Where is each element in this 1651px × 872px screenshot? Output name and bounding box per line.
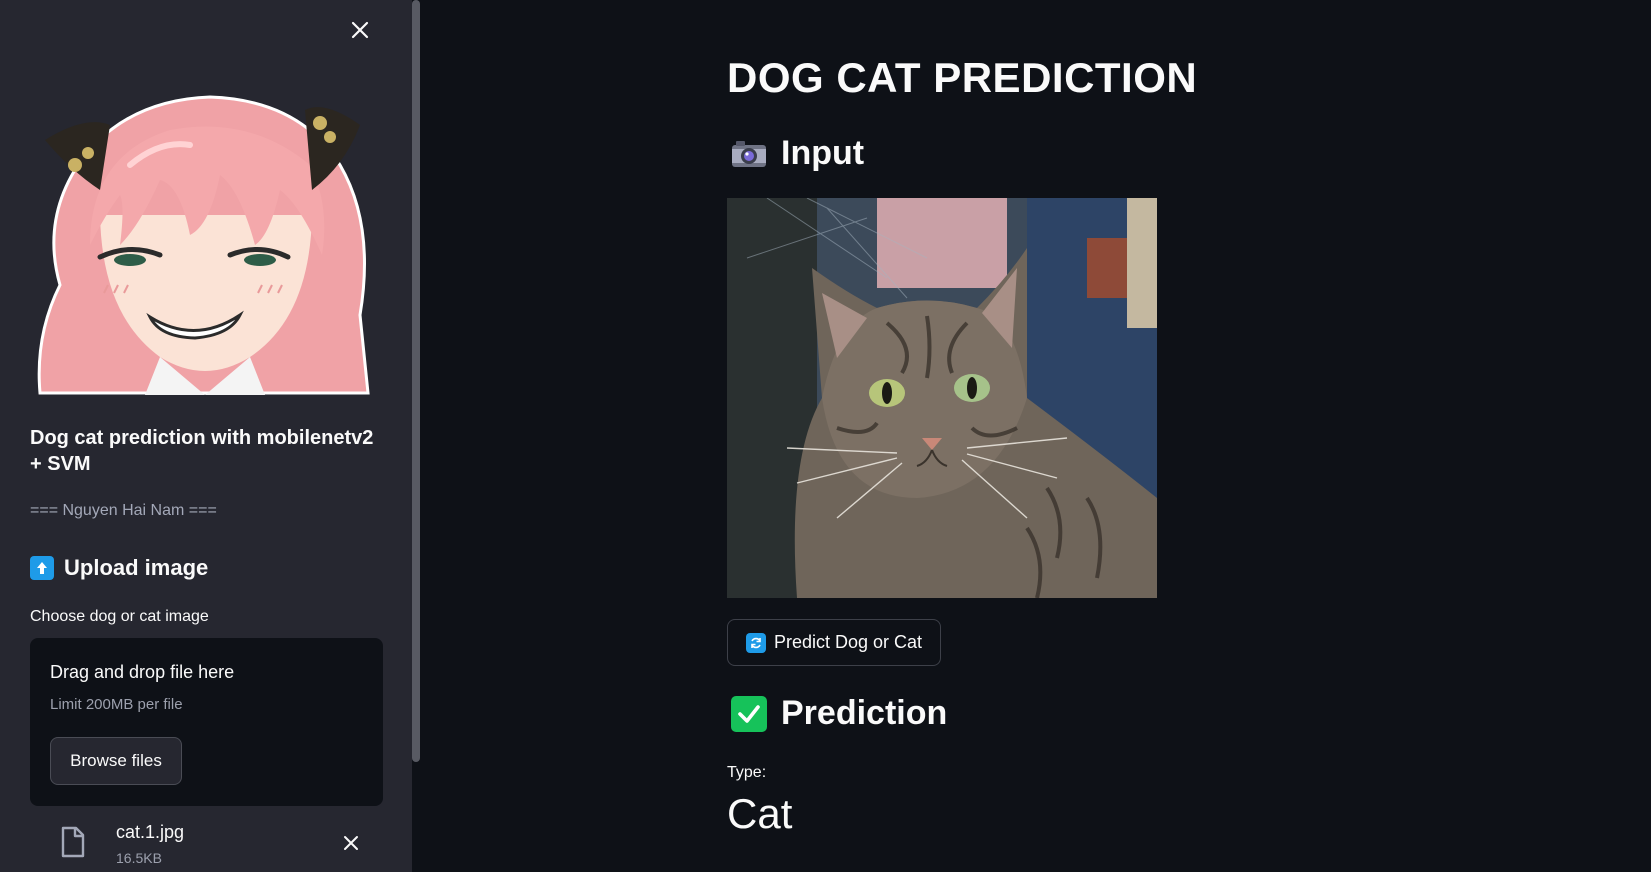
file-name: cat.1.jpg [116,822,185,842]
close-icon [351,21,369,39]
dropzone-limit: Limit 200MB per file [50,696,183,713]
file-size: 16.5KB [116,850,162,866]
uploaded-file: cat.1.jpg 16.5KB [30,818,383,872]
sidebar-title: Dog cat prediction with mobilenetv2 + SV… [30,427,374,475]
author-credit: === Nguyen Hai Nam === [30,502,217,519]
type-value: Cat [727,790,793,837]
avatar [37,95,370,395]
file-icon [61,826,85,858]
check-mark-icon [731,695,767,732]
close-sidebar-button[interactable] [346,16,374,44]
uploader-label: Choose dog or cat image [30,608,209,625]
prediction-header: Prediction [731,694,947,733]
sidebar: Dog cat prediction with mobilenetv2 + SV… [0,0,412,872]
app: Dog cat prediction with mobilenetv2 + SV… [0,0,1651,872]
input-header: Input [731,134,864,173]
predict-button-label: Predict Dog or Cat [773,632,923,652]
sidebar-scrollbar[interactable] [412,0,420,762]
remove-file-button[interactable] [340,832,362,854]
camera-icon [732,140,766,167]
close-icon [344,836,358,850]
file-dropzone[interactable]: Drag and drop file here Limit 200MB per … [30,638,383,806]
predict-button[interactable]: Predict Dog or Cat [727,619,941,666]
type-label: Type: [727,764,767,781]
upload-header: Upload image [30,555,208,581]
up-arrow-icon [30,556,54,580]
browse-files-button[interactable]: Browse files [50,737,182,785]
page-title: DOG CAT PREDICTION [727,54,1198,101]
prediction-header-label: Prediction [781,694,948,732]
upload-header-label: Upload image [64,555,209,580]
dropzone-title: Drag and drop file here [50,662,235,682]
refresh-icon [745,632,766,653]
input-header-label: Input [781,134,865,172]
input-cat-image [727,198,1157,598]
